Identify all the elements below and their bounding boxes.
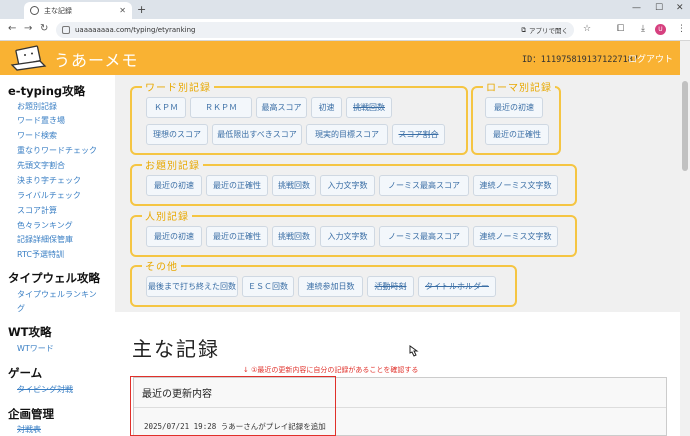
topic-nomiss-streak-button[interactable]: 連続ノーミス文字数 <box>473 175 558 196</box>
globe-icon <box>30 6 39 15</box>
address-bar[interactable]: uaaaaaaaa.com/typing/etyranking ⧉ アプリで開く <box>56 22 574 38</box>
bookmark-star-icon[interactable]: ☆ <box>583 24 591 34</box>
person-initial-speed-button[interactable]: 最近の初速 <box>146 226 202 247</box>
browser-toolbar: ← → ↻ uaaaaaaaa.com/typing/etyranking ⧉ ア… <box>0 19 690 41</box>
word-records-panel: ワード別記録 ＫＰＭ ＲＫＰＭ 最高スコア 初速 挑戦回数 理想のスコア 最低限… <box>130 79 468 155</box>
page-title: 主な記録 <box>132 337 220 361</box>
minimize-icon[interactable]: — <box>632 3 641 13</box>
rkpm-button[interactable]: ＲＫＰＭ <box>190 97 252 118</box>
topic-attempts-button[interactable]: 挑戦回数 <box>272 175 316 196</box>
maximize-icon[interactable]: ☐ <box>655 3 663 13</box>
topic-initial-speed-button[interactable]: 最近の初速 <box>146 175 202 196</box>
ideal-score-button[interactable]: 理想のスコア <box>146 124 208 145</box>
person-attempts-button[interactable]: 挑戦回数 <box>272 226 316 247</box>
roma-accuracy-button[interactable]: 最近の正確性 <box>485 124 549 145</box>
sidebar-section-title: e-typing攻略 <box>8 84 86 98</box>
site-info-icon[interactable] <box>62 26 70 34</box>
open-in-app-icon: ⧉ <box>521 25 526 34</box>
laptop-logo-icon[interactable] <box>8 45 48 71</box>
completed-count-button[interactable]: 最後まで打ち終えた回数 <box>146 276 238 297</box>
person-accuracy-button[interactable]: 最近の正確性 <box>206 226 268 247</box>
initial-speed-button[interactable]: 初速 <box>311 97 342 118</box>
sidebar-link[interactable]: ライバルチェック <box>17 190 81 201</box>
url-text: uaaaaaaaa.com/typing/etyranking <box>75 26 196 34</box>
panel-title: その他 <box>142 258 181 273</box>
hand-cursor-icon <box>409 345 419 357</box>
reload-icon[interactable]: ↻ <box>40 23 48 34</box>
minimum-score-button[interactable]: 最低限出すべきスコア <box>212 124 302 145</box>
open-in-app-label: アプリで開く <box>529 27 568 35</box>
site-header: うあーメモ ID：1119758191371227187 ログアウト <box>0 41 690 75</box>
sidebar-link[interactable]: 先頭文字割合 <box>17 160 65 171</box>
title-holder-button[interactable]: タイトルホルダー <box>418 276 496 297</box>
sidebar-link[interactable]: タイプウェルランキン <box>17 289 97 300</box>
person-input-chars-button[interactable]: 入力文字数 <box>320 226 375 247</box>
topic-nomiss-max-button[interactable]: ノーミス最高スコア <box>379 175 469 196</box>
score-ratio-button[interactable]: スコア割合 <box>392 124 445 145</box>
tab-title: 主な記録 <box>44 6 72 15</box>
extensions-icon[interactable]: ⧠ <box>617 24 624 34</box>
sidebar-section-title: ゲーム <box>8 366 43 380</box>
panel-title: ワード別記録 <box>142 79 214 94</box>
attempts-button[interactable]: 挑戦回数 <box>346 97 392 118</box>
realistic-target-button[interactable]: 現実的目標スコア <box>306 124 388 145</box>
sidebar-link[interactable]: 記録詳細保管庫 <box>17 234 73 245</box>
open-in-app-button[interactable]: ⧉ アプリで開く <box>521 25 568 36</box>
scrollbar-thumb[interactable] <box>682 81 688 171</box>
user-id: ID：1119758191371227187 <box>522 55 638 65</box>
kpm-button[interactable]: ＫＰＭ <box>146 97 186 118</box>
person-records-panel: 人別記録 最近の初速 最近の正確性 挑戦回数 入力文字数 ノーミス最高スコア 連… <box>130 208 577 257</box>
sidebar-link[interactable]: 対戦表 <box>17 424 41 435</box>
panel-title: ローマ別記録 <box>483 79 555 94</box>
streak-days-button[interactable]: 連続参加日数 <box>298 276 363 297</box>
back-icon[interactable]: ← <box>8 23 16 34</box>
activity-time-button[interactable]: 活動時刻 <box>367 276 414 297</box>
sidebar-section-title: 企画管理 <box>8 407 54 421</box>
browser-tab-strip: 主な記録 ✕ + — ☐ ✕ <box>0 0 690 19</box>
sidebar-section-title: WT攻略 <box>8 325 52 339</box>
sidebar-link[interactable]: RTC予選特訓 <box>17 249 64 260</box>
sidebar-link[interactable]: グ <box>17 303 25 314</box>
sidebar-link[interactable]: 重なりワードチェック <box>17 145 97 156</box>
close-window-icon[interactable]: ✕ <box>676 3 684 13</box>
main-records-section: 主な記録 ↓ ①最近の更新内容に自分の記録があることを確認する 最近の更新内容 … <box>115 312 680 436</box>
forward-icon[interactable]: → <box>24 23 32 34</box>
sidebar-link[interactable]: スコア計算 <box>17 205 57 216</box>
panel-title: お題別記録 <box>142 157 203 172</box>
roma-records-panel: ローマ別記録 最近の初速 最近の正確性 <box>471 79 561 155</box>
download-icon[interactable]: ⤓ <box>641 24 645 34</box>
sidebar-link[interactable]: WTワード <box>17 343 54 354</box>
sidebar-section-title: タイプウェル攻略 <box>8 271 100 285</box>
close-tab-icon[interactable]: ✕ <box>119 6 126 15</box>
sidebar-link[interactable]: ワード検索 <box>17 130 57 141</box>
new-tab-icon[interactable]: + <box>137 3 146 16</box>
topic-accuracy-button[interactable]: 最近の正確性 <box>206 175 268 196</box>
person-nomiss-streak-button[interactable]: 連続ノーミス文字数 <box>473 226 558 247</box>
sidebar-nav: e-typing攻略 お題別記録 ワード置き場 ワード検索 重なりワードチェック… <box>0 75 112 436</box>
site-brand[interactable]: うあーメモ <box>54 47 138 71</box>
profile-avatar[interactable]: U <box>655 24 666 35</box>
person-nomiss-max-button[interactable]: ノーミス最高スコア <box>379 226 469 247</box>
panel-title: 人別記録 <box>142 208 192 223</box>
menu-kebab-icon[interactable]: ⋮ <box>677 24 686 34</box>
browser-tab[interactable]: 主な記録 ✕ <box>24 2 132 19</box>
max-score-button[interactable]: 最高スコア <box>256 97 307 118</box>
sidebar-link[interactable]: タイピング対戦 <box>17 384 73 395</box>
annotation-highlight-box <box>130 376 336 436</box>
topic-input-chars-button[interactable]: 入力文字数 <box>320 175 375 196</box>
sidebar-link[interactable]: ワード置き場 <box>17 115 65 126</box>
sidebar-link[interactable]: 決まり字チェック <box>17 175 81 186</box>
roma-initial-speed-button[interactable]: 最近の初速 <box>485 97 543 118</box>
logout-link[interactable]: ログアウト <box>628 52 673 65</box>
sidebar-link[interactable]: 色々ランキング <box>17 220 73 231</box>
sidebar-link[interactable]: お題別記録 <box>17 101 57 112</box>
esc-count-button[interactable]: ＥＳＣ回数 <box>242 276 294 297</box>
annotation-note: ↓ ①最近の更新内容に自分の記録があることを確認する <box>243 366 419 374</box>
other-records-panel: その他 最後まで打ち終えた回数 ＥＳＣ回数 連続参加日数 活動時刻 タイトルホル… <box>130 258 517 307</box>
page-scrollbar[interactable] <box>680 41 690 436</box>
topic-records-panel: お題別記録 最近の初速 最近の正確性 挑戦回数 入力文字数 ノーミス最高スコア … <box>130 157 577 206</box>
